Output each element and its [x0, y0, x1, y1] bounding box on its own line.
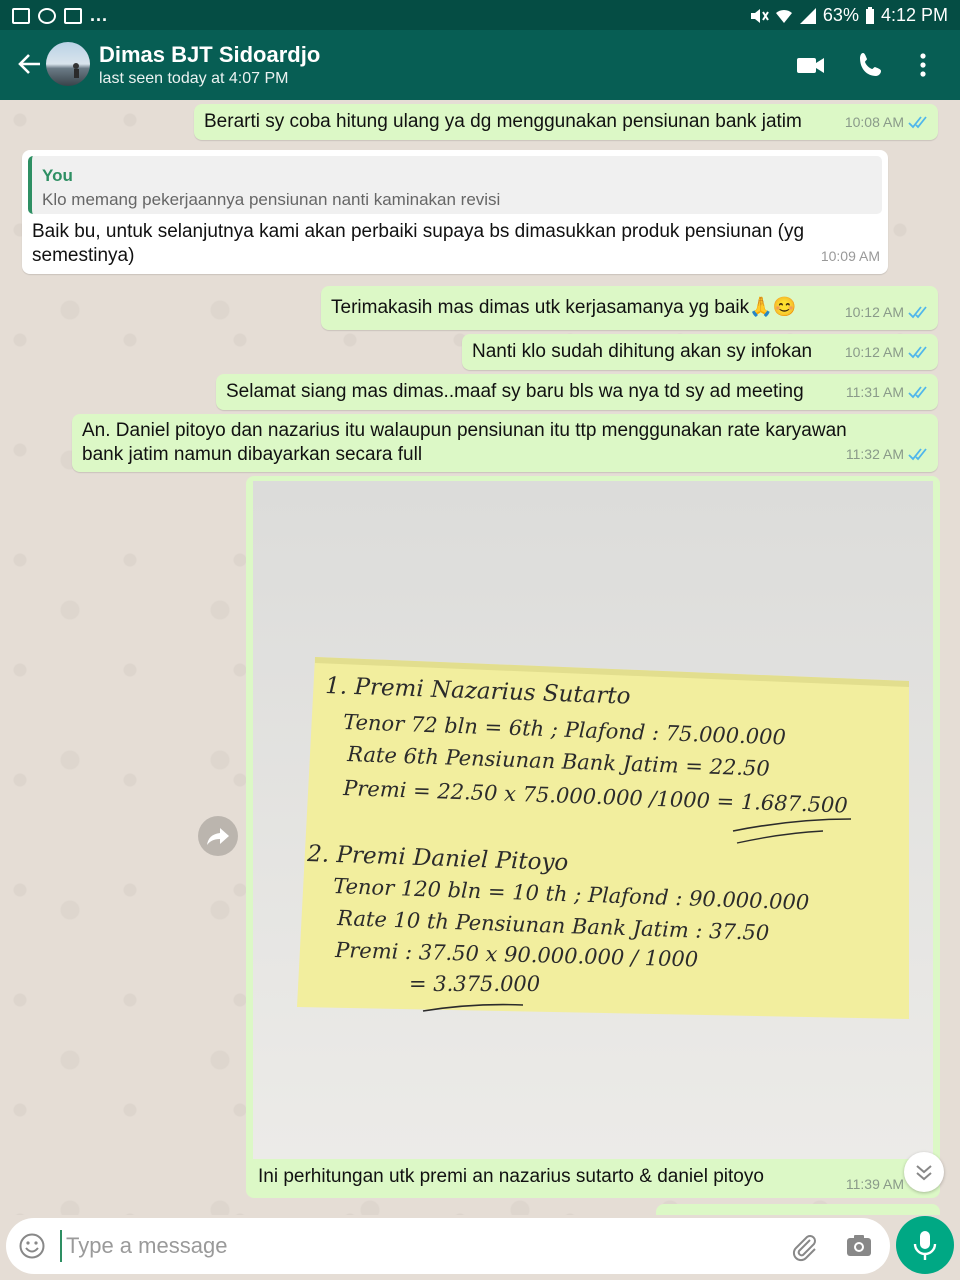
back-arrow-icon[interactable]	[16, 50, 44, 78]
message-bubble[interactable]: An. Daniel pitoyo dan nazarius itu walau…	[72, 414, 938, 472]
message-bubble[interactable]: Terimakasih mas dimas utk kerjasamanya y…	[321, 286, 938, 330]
read-receipt-icon	[908, 306, 927, 319]
mic-icon[interactable]	[896, 1216, 954, 1274]
quoted-text: Klo memang pekerjaannya pensiunan nanti …	[42, 190, 501, 209]
note-line-9: = 3.375.000	[409, 972, 540, 996]
message-bubble[interactable]: Berarti sy coba hitung ulang ya dg mengg…	[194, 104, 938, 140]
photo[interactable]: 1. Premi Nazarius Sutarto Tenor 72 bln =…	[253, 481, 933, 1159]
voice-call-icon[interactable]	[856, 50, 886, 80]
partial-message-bubble	[656, 1204, 940, 1215]
emoji-icon[interactable]	[18, 1232, 46, 1260]
read-receipt-icon	[908, 116, 927, 129]
message-time: 11:39 AM	[845, 1176, 904, 1192]
last-seen-status: last seen today at 4:07 PM	[99, 70, 289, 87]
message-meta: 11:31 AM	[846, 380, 930, 404]
contact-avatar[interactable]	[46, 42, 90, 86]
chrome-notification-icon	[38, 7, 56, 24]
quoted-message[interactable]: You Klo memang pekerjaannya pensiunan na…	[28, 156, 882, 214]
quoted-author: You	[42, 166, 73, 185]
message-text: Baik bu, untuk selanjutnya kami akan per…	[32, 221, 805, 242]
message-bubble[interactable]: Selamat siang mas dimas..maaf sy baru bl…	[216, 374, 938, 410]
read-receipt-icon	[908, 448, 927, 461]
battery-icon	[865, 6, 874, 24]
clock: 4:12 PM	[880, 5, 948, 25]
message-text: Terimakasih mas dimas utk kerjasamanya y…	[331, 297, 797, 318]
image-caption: Ini perhitungan utk premi an nazarius su…	[258, 1166, 764, 1187]
gallery-notification-icon	[12, 7, 30, 24]
message-meta: 10:09 AM	[821, 244, 880, 268]
camera-icon[interactable]	[844, 1231, 874, 1261]
battery-percent: 63%	[822, 5, 859, 25]
wifi-icon	[775, 9, 792, 23]
message-meta: 11:32 AM	[846, 442, 930, 466]
message-meta: 11:39 AM	[846, 1176, 904, 1192]
message-text: An. Daniel pitoyo dan nazarius itu walau…	[82, 420, 847, 441]
message-time: 10:12 AM	[844, 344, 904, 360]
signal-icon	[799, 7, 816, 24]
chat-area[interactable]: Berarti sy coba hitung ulang ya dg mengg…	[0, 100, 960, 1215]
message-input[interactable]	[60, 1230, 760, 1262]
message-text: bank jatim namun dibayarkan secara full	[82, 444, 423, 465]
scroll-down-icon[interactable]	[904, 1152, 944, 1192]
forward-icon[interactable]	[198, 816, 238, 856]
chat-header: Dimas BJT Sidoardjo last seen today at 4…	[0, 30, 960, 100]
read-receipt-icon	[908, 386, 927, 399]
message-time: 10:12 AM	[844, 304, 904, 320]
read-receipt-icon	[908, 346, 927, 359]
message-meta: 10:08 AM	[845, 110, 930, 134]
message-time: 11:31 AM	[845, 384, 904, 400]
attach-icon[interactable]	[790, 1232, 820, 1262]
image-message[interactable]: 1. Premi Nazarius Sutarto Tenor 72 bln =…	[246, 476, 940, 1198]
message-time: 10:09 AM	[820, 248, 880, 264]
message-text: Berarti sy coba hitung ulang ya dg mengg…	[204, 111, 802, 132]
message-bubble[interactable]: You Klo memang pekerjaannya pensiunan na…	[22, 150, 888, 274]
photo-notification-icon	[64, 7, 82, 24]
message-text: semestinya)	[32, 245, 135, 266]
message-meta: 10:12 AM	[845, 300, 930, 324]
message-time: 10:08 AM	[844, 114, 904, 130]
more-notifications: ...	[90, 5, 109, 25]
message-meta: 10:12 AM	[845, 340, 930, 364]
message-text: Nanti klo sudah dihitung akan sy infokan	[472, 341, 813, 362]
message-time: 11:32 AM	[845, 446, 904, 462]
video-call-icon[interactable]	[796, 50, 826, 80]
message-text: Selamat siang mas dimas..maaf sy baru bl…	[226, 381, 804, 402]
mute-icon	[750, 8, 769, 23]
message-composer	[6, 1218, 890, 1274]
status-bar: ... 63% 4:12 PM	[0, 0, 960, 30]
contact-name[interactable]: Dimas BJT Sidoardjo	[99, 42, 320, 68]
message-bubble[interactable]: Nanti klo sudah dihitung akan sy infokan…	[462, 334, 938, 370]
sticky-note-photo: 1. Premi Nazarius Sutarto Tenor 72 bln =…	[253, 481, 933, 1159]
more-options-icon[interactable]	[908, 50, 938, 80]
